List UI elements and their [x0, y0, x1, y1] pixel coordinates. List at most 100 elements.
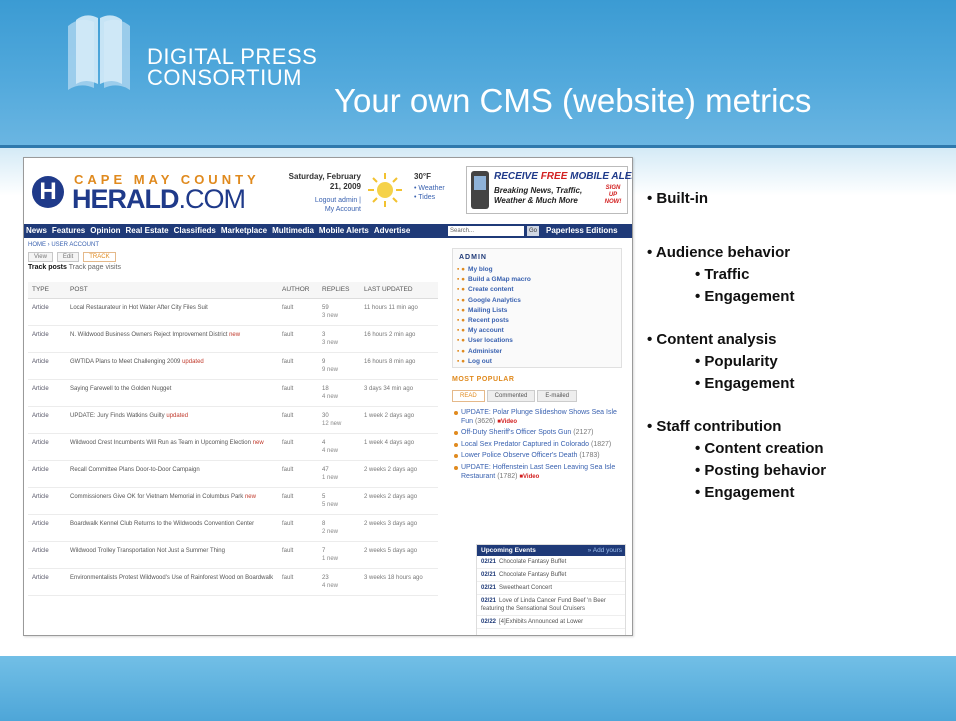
cell-author[interactable]: fault — [278, 433, 318, 461]
new-replies[interactable]: 1 new — [322, 474, 358, 482]
cell-author[interactable]: fault — [278, 298, 318, 326]
table-row[interactable]: Article GWTIDA Plans to Meet Challenging … — [28, 352, 438, 380]
search-input[interactable]: Search... — [448, 226, 524, 236]
nav-item[interactable]: Real Estate — [125, 225, 168, 237]
event-title[interactable]: Love of Linda Cancer Fund Beef 'n Beer f… — [481, 598, 606, 612]
col-author[interactable]: AUTHOR — [278, 282, 318, 299]
cell-author[interactable]: fault — [278, 568, 318, 596]
nav-item[interactable]: Opinion — [90, 225, 120, 237]
post-link[interactable]: Environmentalists Protest Wildwood's Use… — [70, 575, 273, 581]
cell-author[interactable]: fault — [278, 406, 318, 434]
post-link[interactable]: UPDATE: Jury Finds Watkins Guilty — [70, 413, 165, 419]
video-badge[interactable]: ■Video — [519, 474, 539, 480]
popular-item[interactable]: Lower Police Observe Officer's Death (17… — [454, 452, 626, 461]
admin-menu-item[interactable]: ▪ ● Log out — [457, 357, 531, 367]
add-event-link[interactable]: » Add yours — [588, 545, 622, 556]
post-link[interactable]: N. Wildwood Business Owners Reject Impro… — [70, 332, 227, 338]
event-title[interactable]: Sweetheart Concert — [499, 585, 552, 591]
post-link[interactable]: Recall Committee Plans Door-to-Door Camp… — [70, 467, 200, 473]
new-replies[interactable]: 9 new — [322, 366, 358, 374]
cell-author[interactable]: fault — [278, 325, 318, 353]
col-last-updated[interactable]: LAST UPDATED — [360, 282, 438, 299]
tides-link[interactable]: • Tides — [414, 193, 445, 202]
cell-author[interactable]: fault — [278, 541, 318, 569]
tab-commented[interactable]: Commented — [486, 390, 536, 402]
subtab-track-posts[interactable]: Track posts — [28, 264, 67, 271]
new-replies[interactable]: 5 new — [322, 501, 358, 509]
tab-view[interactable]: View — [28, 252, 53, 262]
popular-item-title[interactable]: Local Sex Predator Captured in Colorado — [461, 441, 589, 448]
event-title[interactable]: Chocolate Fantasy Buffet — [499, 559, 566, 565]
cell-author[interactable]: fault — [278, 487, 318, 515]
col-post[interactable]: POST — [66, 282, 278, 299]
nav-item[interactable]: Advertise — [374, 225, 410, 237]
paperless-editions-link[interactable]: Paperless Editions — [546, 225, 618, 237]
weather-link[interactable]: • Weather — [414, 184, 445, 193]
post-link[interactable]: Saying Farewell to the Golden Nugget — [70, 386, 171, 392]
breadcrumb[interactable]: HOME › USER ACCOUNT — [28, 242, 99, 248]
admin-menu-item[interactable]: ▪ ● Create content — [457, 285, 531, 295]
new-replies[interactable]: 12 new — [322, 420, 358, 428]
popular-item[interactable]: UPDATE: Polar Plunge Slideshow Shows Sea… — [454, 409, 626, 426]
admin-menu-item[interactable]: ▪ ● Build a GMap macro — [457, 275, 531, 285]
subtab-track-page-visits[interactable]: Track page visits — [67, 264, 121, 271]
popular-item-title[interactable]: Lower Police Observe Officer's Death — [461, 452, 577, 459]
table-row[interactable]: Article N. Wildwood Business Owners Rejec… — [28, 325, 438, 353]
tab-edit[interactable]: Edit — [56, 252, 80, 262]
new-replies[interactable]: 1 new — [322, 555, 358, 563]
popular-item[interactable]: UPDATE: Hoffenstein Last Seen Leaving Se… — [454, 464, 626, 481]
popular-item[interactable]: Off-Duty Sheriff's Officer Spots Gun (21… — [454, 429, 626, 438]
nav-item[interactable]: Mobile Alerts — [319, 225, 369, 237]
admin-menu-item[interactable]: ▪ ● User locations — [457, 336, 531, 346]
table-row[interactable]: Article Boardwalk Kennel Club Returns to … — [28, 514, 438, 542]
post-link[interactable]: Boardwalk Kennel Club Returns to the Wil… — [70, 521, 254, 527]
admin-menu-item[interactable]: ▪ ● My account — [457, 326, 531, 336]
cell-author[interactable]: fault — [278, 514, 318, 542]
nav-item[interactable]: Classifieds — [174, 225, 216, 237]
table-row[interactable]: Article Commissioners Give OK for Vietnam… — [28, 487, 438, 515]
nav-item[interactable]: Features — [52, 225, 85, 237]
col-type[interactable]: TYPE — [28, 282, 66, 299]
col-replies[interactable]: REPLIES — [318, 282, 360, 299]
tab-track[interactable]: TRACK — [83, 252, 116, 262]
cell-author[interactable]: fault — [278, 379, 318, 407]
post-link[interactable]: Commissioners Give OK for Vietnam Memori… — [70, 494, 243, 500]
tab-read[interactable]: READ — [452, 390, 485, 402]
popular-item[interactable]: Local Sex Predator Captured in Colorado … — [454, 441, 626, 450]
popular-item-title[interactable]: Off-Duty Sheriff's Officer Spots Gun — [461, 429, 571, 436]
event-item[interactable]: 02/21 Chocolate Fantasy Buffet — [477, 569, 625, 582]
event-item[interactable]: 02/22 [4]Exhibits Announced at Lower — [477, 616, 625, 629]
tab-emailed[interactable]: E-mailed — [537, 390, 578, 402]
table-row[interactable]: Article Environmentalists Protest Wildwoo… — [28, 568, 438, 596]
search-go-button[interactable]: Go — [527, 226, 539, 236]
post-link[interactable]: Wildwood Crest Incumbents Will Run as Te… — [70, 440, 251, 446]
new-replies[interactable]: 4 new — [322, 582, 358, 590]
post-link[interactable]: Local Restaurateur in Hot Water After Ci… — [70, 305, 208, 311]
cell-author[interactable]: fault — [278, 352, 318, 380]
new-replies[interactable]: 4 new — [322, 393, 358, 401]
admin-menu-item[interactable]: ▪ ● Mailing Lists — [457, 306, 531, 316]
event-item[interactable]: 02/21 Chocolate Fantasy Buffet — [477, 556, 625, 569]
admin-menu-item[interactable]: ▪ ● Google Analytics — [457, 296, 531, 306]
cell-author[interactable]: fault — [278, 460, 318, 488]
post-link[interactable]: Wildwood Trolley Transportation Not Just… — [70, 548, 225, 554]
new-replies[interactable]: 2 new — [322, 528, 358, 536]
admin-menu-item[interactable]: ▪ ● My blog — [457, 265, 531, 275]
mobile-alerts-ad[interactable]: RECEIVE FREE MOBILE ALERTS Breaking News… — [466, 166, 632, 214]
admin-menu-item[interactable]: ▪ ● Recent posts — [457, 316, 531, 326]
table-row[interactable]: Article Recall Committee Plans Door-to-Do… — [28, 460, 438, 488]
event-item[interactable]: 02/21 Sweetheart Concert — [477, 582, 625, 595]
new-replies[interactable]: 3 new — [322, 339, 358, 347]
nav-item[interactable]: Multimedia — [272, 225, 314, 237]
table-row[interactable]: Article Wildwood Trolley Transportation N… — [28, 541, 438, 569]
admin-menu-item[interactable]: ▪ ● Administer — [457, 347, 531, 357]
event-title[interactable]: [4]Exhibits Announced at Lower — [499, 619, 583, 625]
ad-signup[interactable]: SIGN UP NOW! — [601, 185, 625, 206]
site-logo[interactable]: H CAPE MAY COUNTY HERALD.COM — [32, 172, 272, 216]
event-title[interactable]: Chocolate Fantasy Buffet — [499, 572, 566, 578]
table-row[interactable]: Article Wildwood Crest Incumbents Will Ru… — [28, 433, 438, 461]
table-row[interactable]: Article Local Restaurateur in Hot Water A… — [28, 298, 438, 326]
new-replies[interactable]: 4 new — [322, 447, 358, 455]
nav-item[interactable]: Marketplace — [221, 225, 267, 237]
my-account-link[interactable]: My Account — [286, 205, 361, 214]
